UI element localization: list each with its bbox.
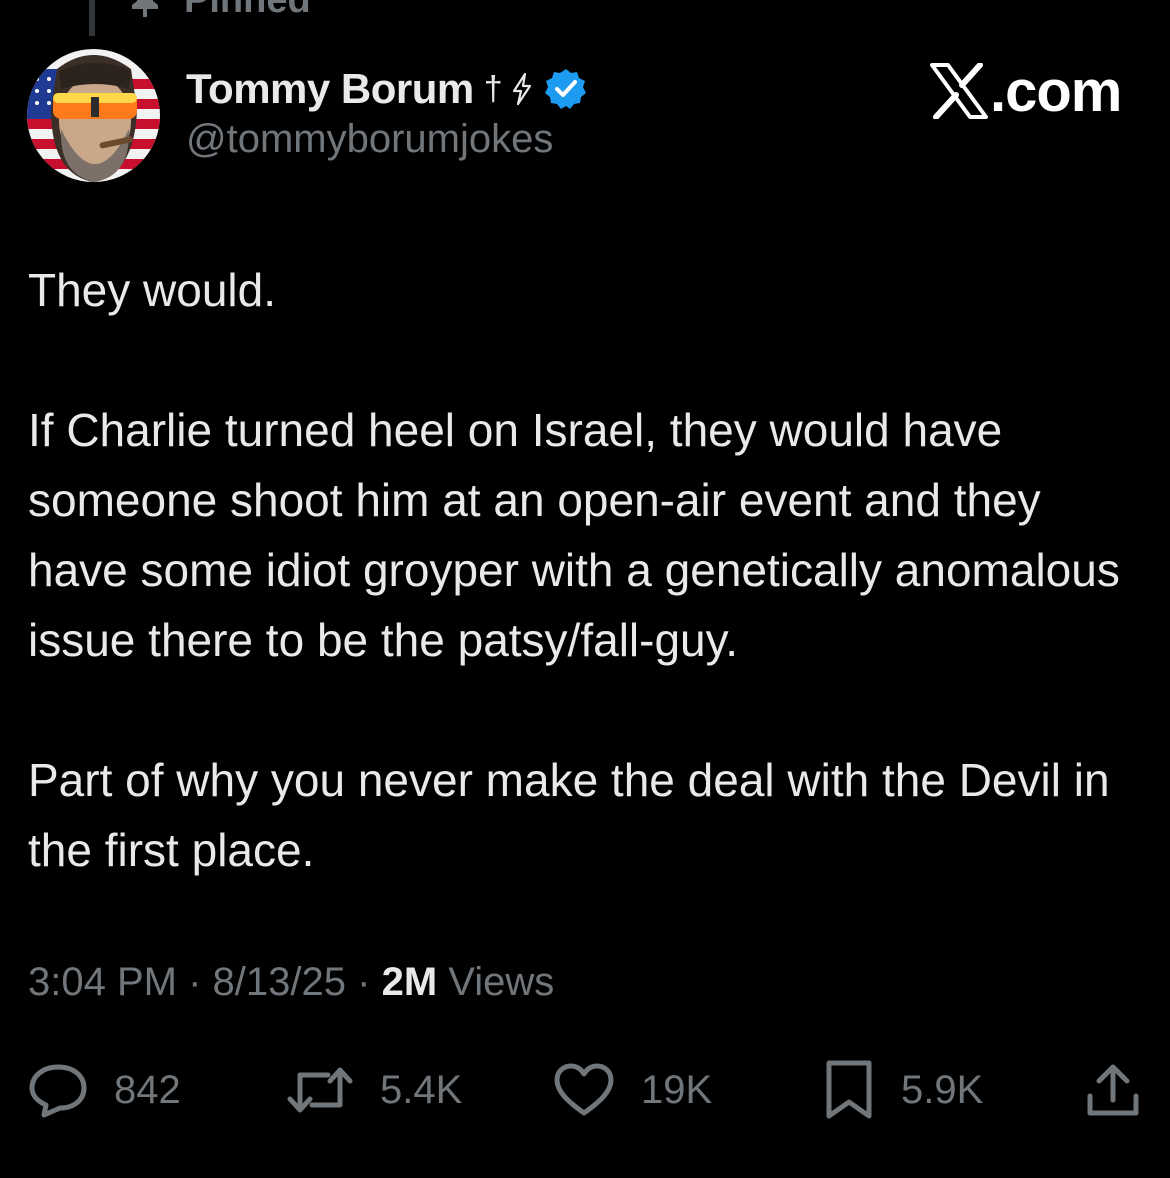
tweet-text: They would. If Charlie turned heel on Is… [28,255,1148,885]
pinned-label: Pinned [184,0,311,22]
lightning-bolt-icon [512,72,531,106]
author-name-row[interactable]: Tommy Borum † [186,62,587,116]
tweet-paragraph: Part of why you never make the deal with… [28,754,1110,876]
reply-button[interactable]: 842 [28,1055,181,1125]
bookmark-count: 5.9K [901,1067,984,1112]
thread-connector-line [89,0,95,36]
verified-badge-icon[interactable] [544,68,587,110]
tweet-paragraph: If Charlie turned heel on Israel, they w… [28,404,1120,666]
avatar[interactable] [27,49,160,182]
bookmark-button[interactable]: 5.9K [823,1055,983,1125]
x-logo-icon [930,63,988,119]
tweet-paragraph: They would. [28,264,277,316]
bookmark-icon [826,1060,872,1119]
reply-count: 842 [114,1067,181,1112]
views-label: Views [448,960,555,1004]
meta-separator: · [188,960,202,1004]
tweet-actions: 842 5.4K 19K 5.9K [0,1055,1170,1125]
dagger-emoji: † [483,69,503,108]
tweet-time[interactable]: 3:04 PM [28,960,177,1004]
reply-bubble-icon [29,1064,87,1118]
repost-count: 5.4K [380,1067,463,1112]
share-button[interactable] [1085,1055,1141,1125]
views-count[interactable]: 2M [382,960,438,1004]
author-handle[interactable]: @tommyborumjokes [186,117,553,162]
brand-watermark: .com [930,58,1122,124]
pin-icon [132,0,158,17]
tweet-date[interactable]: 8/13/25 [213,960,346,1004]
tweet-meta: 3:04 PM · 8/13/25 · 2M Views [28,960,554,1005]
like-button[interactable]: 19K [553,1055,712,1125]
repost-icon [287,1067,353,1113]
heart-icon [554,1063,614,1116]
avatar-image [27,49,160,182]
pinned-indicator: Pinned [130,0,311,22]
meta-separator: · [357,960,371,1004]
brand-domain-text: .com [990,58,1122,124]
author-display-name[interactable]: Tommy Borum [186,65,474,113]
repost-button[interactable]: 5.4K [286,1055,462,1125]
like-count: 19K [641,1067,713,1112]
share-upload-icon [1087,1064,1139,1116]
